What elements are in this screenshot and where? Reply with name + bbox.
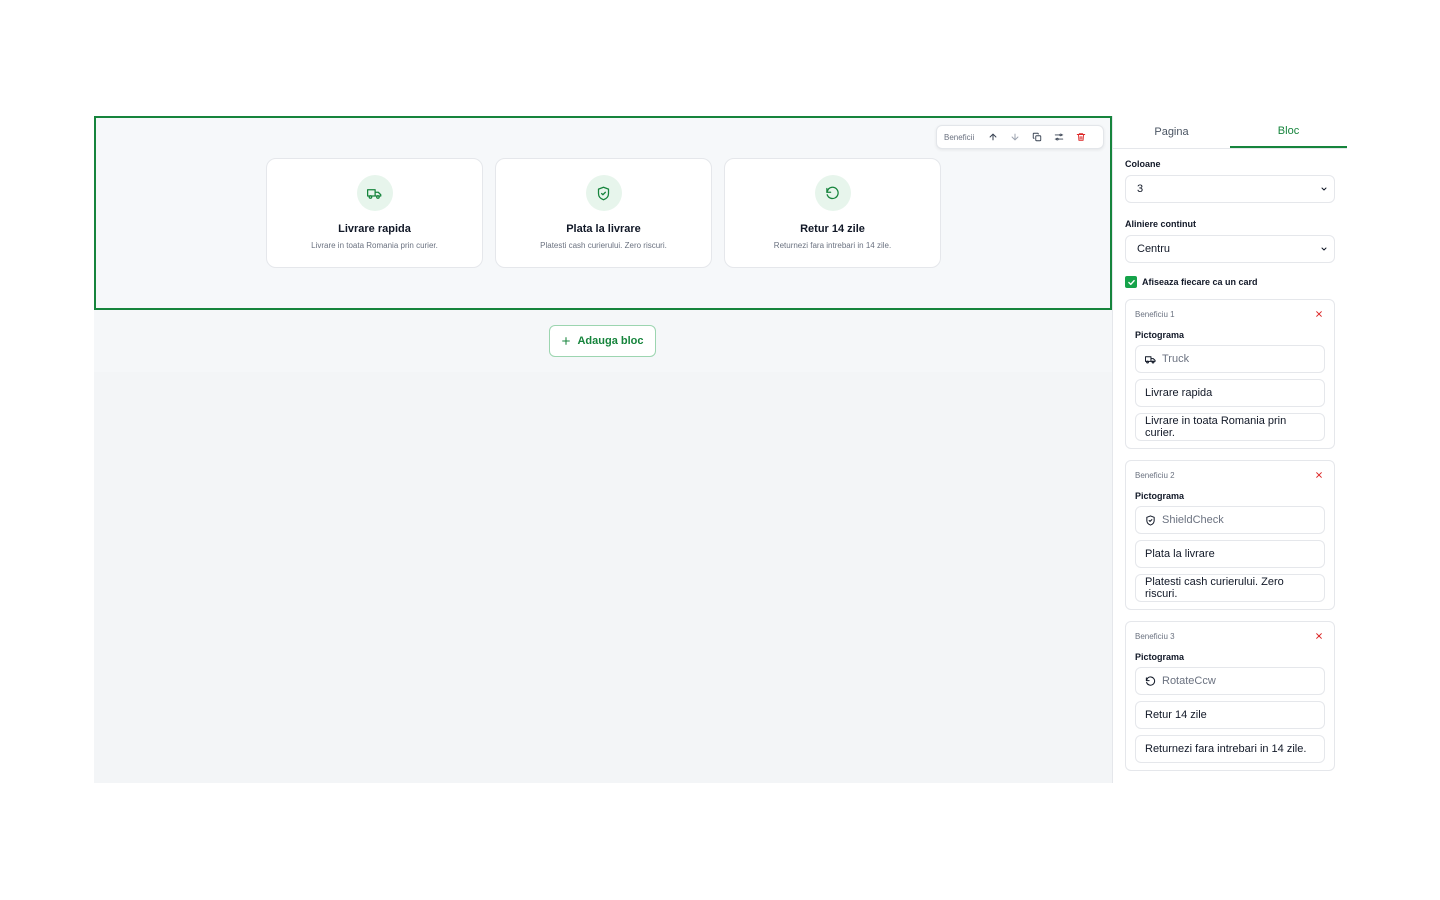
panel-body: Coloane 3 Aliniere continut Centru Afise… xyxy=(1113,149,1347,771)
benefit-editor: Beneficiu 2 Pictograma ShieldCheck Plata… xyxy=(1125,460,1335,610)
rotate-ccw-icon xyxy=(826,186,839,199)
plus-icon xyxy=(562,337,571,345)
alignment-value: Centru xyxy=(1137,243,1171,255)
close-icon xyxy=(1316,472,1322,478)
card-icon-wrap xyxy=(356,175,393,211)
chevron-down-icon xyxy=(1321,187,1327,191)
benefit-description-field[interactable]: Returnezi fara intrebari in 14 zile. xyxy=(1135,735,1325,763)
editor-canvas: Beneficii Livrare rapida Livrare in toat… xyxy=(94,116,1112,783)
block-toolbar: Beneficii xyxy=(936,125,1104,149)
benefit-editor: Beneficiu 1 Pictograma Truck Livrare rap… xyxy=(1125,299,1335,449)
benefit-cards: Livrare rapida Livrare in toata Romania … xyxy=(266,158,941,268)
benefit-card[interactable]: Livrare rapida Livrare in toata Romania … xyxy=(266,158,483,268)
icon-value: Truck xyxy=(1162,353,1190,365)
benefit-title-field[interactable]: Plata la livrare xyxy=(1135,540,1325,568)
block-type-label: Beneficii xyxy=(944,132,975,142)
sliders-icon xyxy=(1055,133,1064,141)
benefit-title-field[interactable]: Retur 14 zile xyxy=(1135,701,1325,729)
show-card-checkbox[interactable] xyxy=(1125,276,1137,288)
icon-field-label: Pictograma xyxy=(1135,491,1185,501)
check-icon xyxy=(1127,279,1135,285)
tab-bloc[interactable]: Bloc xyxy=(1230,116,1347,148)
arrow-down-icon xyxy=(1011,133,1019,141)
card-description: Returnezi fara intrebari in 14 zile. xyxy=(773,241,892,250)
icon-value: RotateCcw xyxy=(1162,675,1216,687)
icon-field-label: Pictograma xyxy=(1135,330,1185,340)
columns-value: 3 xyxy=(1137,183,1144,195)
remove-benefit-button[interactable] xyxy=(1313,308,1325,320)
remove-benefit-button[interactable] xyxy=(1313,630,1325,642)
card-icon-wrap xyxy=(814,175,851,211)
shield-check-icon xyxy=(597,186,610,200)
benefits-block-selected[interactable]: Beneficii Livrare rapida Livrare in toat… xyxy=(94,116,1112,310)
benefit-description-field[interactable]: Livrare in toata Romania prin curier. xyxy=(1135,413,1325,441)
show-card-label: Afiseaza fiecare ca un card xyxy=(1142,277,1258,287)
icon-picker-field[interactable]: RotateCcw xyxy=(1135,667,1325,695)
icon-value: ShieldCheck xyxy=(1162,514,1224,526)
card-title: Plata la livrare xyxy=(566,223,641,235)
tab-pagina[interactable]: Pagina xyxy=(1113,116,1230,148)
move-up-button[interactable] xyxy=(982,127,1004,147)
alignment-select[interactable]: Centru xyxy=(1125,235,1335,263)
page-builder: Beneficii Livrare rapida Livrare in toat… xyxy=(94,116,1347,783)
card-title: Livrare rapida xyxy=(338,223,411,235)
benefit-description-field[interactable]: Platesti cash curierului. Zero riscuri. xyxy=(1135,574,1325,602)
move-down-button[interactable] xyxy=(1004,127,1026,147)
delete-block-button[interactable] xyxy=(1070,127,1092,147)
chevron-down-icon xyxy=(1321,247,1327,251)
alignment-label: Aliniere continut xyxy=(1125,219,1197,229)
benefit-editor: Beneficiu 3 Pictograma RotateCcw Retur 1… xyxy=(1125,621,1335,771)
benefit-card[interactable]: Retur 14 zile Returnezi fara intrebari i… xyxy=(724,158,941,268)
panel-tabs: Pagina Bloc xyxy=(1113,116,1347,149)
remove-benefit-button[interactable] xyxy=(1313,469,1325,481)
columns-select[interactable]: 3 xyxy=(1125,175,1335,203)
trash-icon xyxy=(1077,133,1086,141)
rotate-ccw-icon xyxy=(1145,675,1156,686)
card-icon-wrap xyxy=(585,175,622,211)
shield-check-icon xyxy=(1146,514,1155,526)
icon-picker-field[interactable]: ShieldCheck xyxy=(1135,506,1325,534)
arrow-up-icon xyxy=(989,133,997,141)
icon-field-label: Pictograma xyxy=(1135,652,1185,662)
copy-icon xyxy=(1033,132,1042,142)
benefit-heading: Beneficiu 1 xyxy=(1135,309,1175,319)
icon-picker-field[interactable]: Truck xyxy=(1135,345,1325,373)
card-description: Platesti cash curierului. Zero riscuri. xyxy=(540,241,667,250)
close-icon xyxy=(1316,311,1322,317)
benefit-heading: Beneficiu 2 xyxy=(1135,470,1175,480)
add-block-label: Adauga bloc xyxy=(577,335,644,347)
benefit-heading: Beneficiu 3 xyxy=(1135,631,1175,641)
settings-panel: Pagina Bloc Coloane 3 Aliniere continut … xyxy=(1112,116,1347,783)
empty-canvas-area xyxy=(94,372,1112,783)
benefit-title-field[interactable]: Livrare rapida xyxy=(1135,379,1325,407)
card-description: Livrare in toata Romania prin curier. xyxy=(311,241,438,250)
benefit-card[interactable]: Plata la livrare Platesti cash curierulu… xyxy=(495,158,712,268)
close-icon xyxy=(1316,633,1322,639)
columns-label: Coloane xyxy=(1125,159,1161,169)
duplicate-button[interactable] xyxy=(1026,127,1048,147)
show-card-option: Afiseaza fiecare ca un card xyxy=(1125,276,1335,288)
block-settings-button[interactable] xyxy=(1048,127,1070,147)
truck-icon xyxy=(367,188,382,199)
card-title: Retur 14 zile xyxy=(800,223,865,235)
truck-icon xyxy=(1145,355,1156,363)
add-block-button[interactable]: Adauga bloc xyxy=(549,325,656,357)
